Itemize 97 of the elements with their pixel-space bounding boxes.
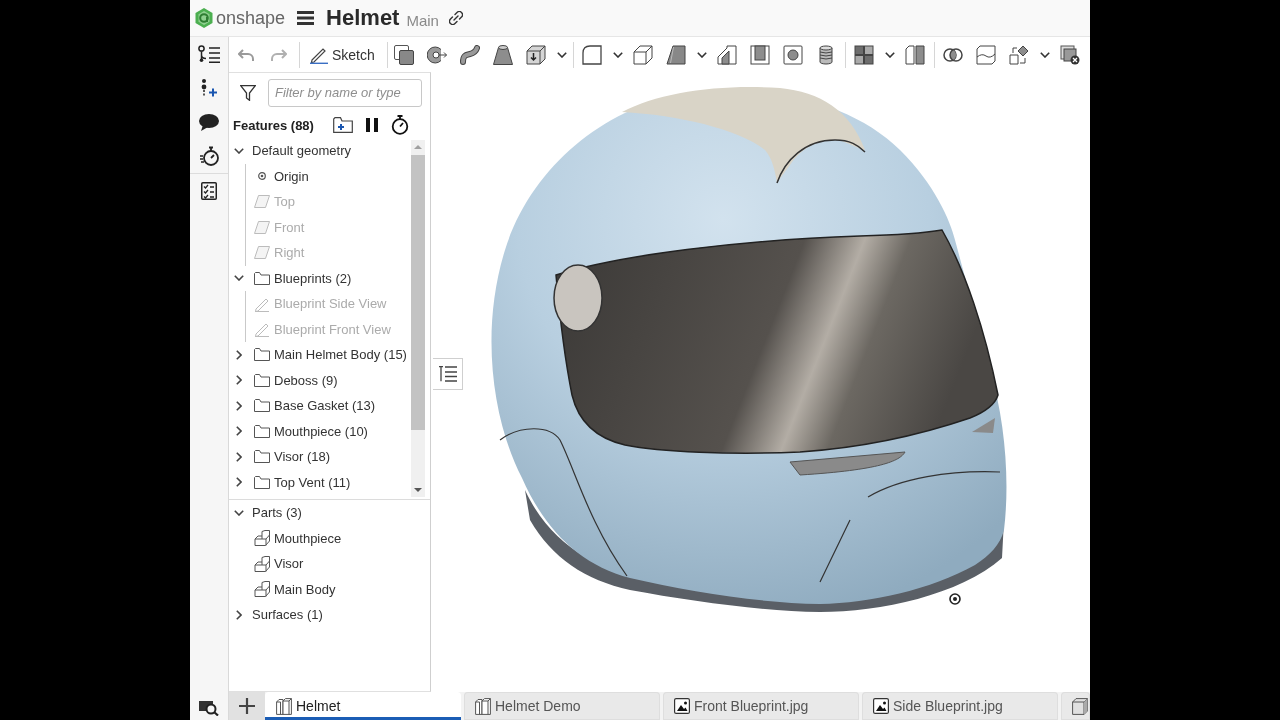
- chevron-right-icon[interactable]: [236, 426, 242, 437]
- document-tab[interactable]: Helmet: [265, 692, 461, 720]
- caret-icon[interactable]: [612, 51, 623, 58]
- menu-icon[interactable]: [297, 11, 315, 25]
- tree-item[interactable]: Top Vent (11): [274, 474, 351, 490]
- tree-item[interactable]: Main Body: [274, 581, 336, 597]
- plane-icon: [254, 220, 270, 234]
- pipe-icon[interactable]: [460, 44, 481, 65]
- dots-plus-icon[interactable]: [200, 79, 218, 97]
- folder-icon: [254, 450, 270, 464]
- folder-icon: [254, 424, 270, 438]
- caret-icon[interactable]: [884, 51, 895, 58]
- tree-item[interactable]: Mouthpiece: [274, 530, 342, 546]
- checklist-icon[interactable]: [201, 182, 217, 200]
- feature-tree-icon[interactable]: [198, 45, 220, 63]
- document-title: Helmet: [326, 5, 400, 31]
- logo-icon: [195, 8, 213, 28]
- folder-icon: [254, 399, 270, 413]
- tree-item[interactable]: Mouthpiece (10): [274, 423, 368, 439]
- plus-icon: [239, 698, 255, 714]
- chevron-right-icon[interactable]: [236, 400, 242, 411]
- document-tab[interactable]: Helmet Demo: [464, 692, 660, 720]
- tree-item[interactable]: Surfaces (1): [252, 607, 323, 623]
- folder-icon: [254, 271, 270, 285]
- logo-text: onshape: [216, 7, 286, 29]
- origin-icon: [258, 172, 266, 181]
- add-folder-icon[interactable]: [332, 117, 353, 133]
- caret-icon[interactable]: [1039, 51, 1050, 58]
- box-hole-icon[interactable]: [783, 44, 804, 65]
- tree-item[interactable]: Origin: [274, 168, 309, 184]
- chevron-down-icon[interactable]: [234, 275, 244, 282]
- plane-icon: [254, 246, 270, 260]
- stack-close-icon[interactable]: [1060, 44, 1081, 65]
- add-tab-button[interactable]: [229, 692, 265, 720]
- blocks-icon: [475, 697, 491, 715]
- caret-icon[interactable]: [696, 51, 707, 58]
- chevron-right-icon[interactable]: [236, 477, 242, 488]
- stopwatch-icon[interactable]: [390, 115, 409, 135]
- tree-item[interactable]: Visor (18): [274, 449, 331, 465]
- filter-field[interactable]: Filter by name or type: [268, 78, 422, 107]
- chevron-down-icon[interactable]: [234, 147, 244, 154]
- tree-item[interactable]: Parts (3): [252, 505, 302, 521]
- cube-arrow-icon[interactable]: [526, 44, 547, 65]
- tree-item[interactable]: Base Gasket (13): [274, 398, 376, 414]
- circle-arrow-icon[interactable]: [427, 44, 448, 65]
- search-icon[interactable]: [199, 700, 219, 716]
- split-block-icon[interactable]: [905, 44, 926, 65]
- tree-item[interactable]: Main Helmet Body (15): [274, 347, 407, 363]
- stopwatch-icon[interactable]: [199, 146, 219, 166]
- folder-icon: [254, 475, 270, 489]
- cube-icon: [1072, 697, 1088, 715]
- image-icon: [873, 698, 889, 714]
- tree-item[interactable]: Deboss (9): [274, 372, 338, 388]
- transform-icon[interactable]: [1009, 44, 1030, 65]
- frustum-icon[interactable]: [493, 44, 514, 65]
- layered-square-icon[interactable]: [394, 44, 415, 65]
- rib-icon[interactable]: [717, 44, 738, 65]
- list-icon: [438, 366, 457, 382]
- pencil-icon: [254, 321, 270, 338]
- part-icon: [254, 530, 270, 547]
- part-icon: [254, 581, 270, 598]
- chevron-right-icon[interactable]: [236, 349, 242, 360]
- hollow-box-icon[interactable]: [750, 44, 771, 65]
- tree-item[interactable]: Visor: [274, 556, 304, 572]
- folder-icon: [254, 373, 270, 387]
- grid-icon[interactable]: [854, 44, 875, 65]
- scroll-down-icon[interactable]: [414, 488, 422, 492]
- blocks-icon: [276, 697, 292, 715]
- undo-icon[interactable]: [237, 48, 254, 61]
- folder-icon: [254, 348, 270, 362]
- curve-box-icon[interactable]: [976, 44, 997, 65]
- link-icon[interactable]: [448, 11, 463, 25]
- features-title: Features (88): [233, 117, 314, 133]
- tree-item[interactable]: Default geometry: [252, 143, 351, 159]
- document-tab[interactable]: Side Blueprint.jpg: [862, 692, 1058, 720]
- origin-marker-icon: [949, 593, 961, 605]
- caret-icon[interactable]: [556, 51, 567, 58]
- tree-item[interactable]: Blueprints (2): [274, 270, 352, 286]
- chevron-right-icon[interactable]: [236, 375, 242, 386]
- rounded-box-icon[interactable]: [582, 44, 603, 65]
- plane-icon: [254, 195, 270, 209]
- scrollbar-thumb[interactable]: [411, 155, 425, 430]
- document-tab[interactable]: Front Blueprint.jpg: [663, 692, 859, 720]
- image-icon: [674, 698, 690, 714]
- chamfer-box-icon[interactable]: [633, 44, 654, 65]
- list-toggle-button[interactable]: [433, 358, 463, 390]
- pause-icon[interactable]: [365, 118, 378, 132]
- sketch-button[interactable]: Sketch: [306, 39, 379, 70]
- comment-icon[interactable]: [199, 113, 219, 131]
- chevron-down-icon[interactable]: [234, 509, 244, 516]
- scrollbar[interactable]: [411, 140, 425, 497]
- chevron-right-icon[interactable]: [236, 451, 242, 462]
- chevron-right-icon[interactable]: [236, 609, 242, 620]
- part-icon: [254, 555, 270, 572]
- document-tab[interactable]: [1061, 692, 1090, 720]
- filter-icon[interactable]: [240, 84, 256, 101]
- slanted-block-icon[interactable]: [666, 44, 687, 65]
